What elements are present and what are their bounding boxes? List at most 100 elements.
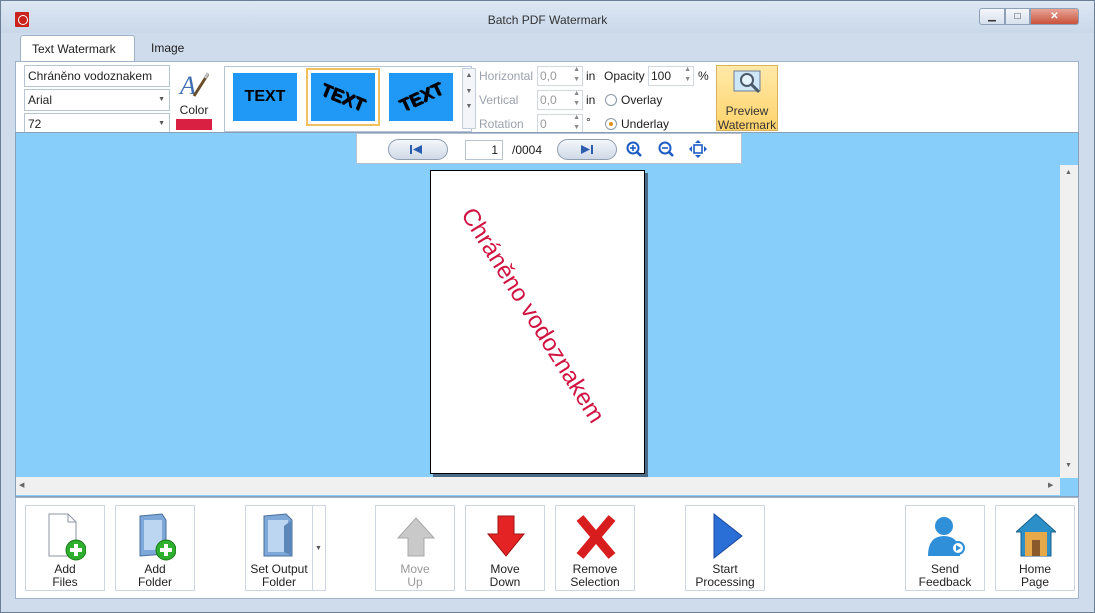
spinner-icon[interactable]: ▲ ▼ [684,65,691,85]
color-swatch [176,119,212,130]
move-up-label-line2: Up [407,575,423,589]
home-label-line1: Home [1018,562,1051,576]
zoom-out-icon[interactable] [657,140,675,158]
style-diagonal-up[interactable]: TEXT [389,73,453,121]
horizontal-scrollbar[interactable]: ◀ ▶ [16,477,1060,495]
move-up-button[interactable]: Move Up [375,505,455,591]
add-folder-button[interactable]: Add Folder [115,505,195,591]
arrow-up-icon [396,517,436,557]
add-folder-label-line2: Folder [137,575,172,589]
style-label: TEXT [317,79,369,115]
rotation-input[interactable]: 0 ▲ ▼ [537,114,583,134]
add-files-label-line1: Add [54,562,76,576]
remove-label-line2: Selection [570,575,620,589]
font-size-value: 72 [28,117,42,131]
start-processing-button[interactable]: Start Processing [685,505,765,591]
user-feedback-icon [928,517,965,556]
preview-label-line2: Watermark [717,118,777,132]
home-page-button[interactable]: Home Page [995,505,1075,591]
overlay-radio[interactable] [605,94,617,106]
underlay-radio[interactable] [605,118,617,130]
arrow-down-icon [486,515,526,557]
close-button[interactable]: ✕ [1030,8,1079,25]
tab-text-watermark[interactable]: Text Watermark [20,35,135,62]
magnifier-preview-icon [733,70,761,94]
scroll-right-icon[interactable]: ▶ [1048,481,1053,489]
scroll-down-icon[interactable]: ▼ [1065,462,1072,469]
add-files-label-line2: Files [52,575,78,589]
start-label-line2: Processing [695,575,755,589]
font-select[interactable]: Arial ▼ [24,89,170,111]
first-page-icon [410,145,422,154]
move-down-label-line2: Down [489,575,521,589]
horizontal-input[interactable]: 0,0 ▲ ▼ [537,66,583,86]
zoom-in-icon[interactable] [625,140,643,158]
fit-page-icon[interactable] [689,140,707,158]
play-icon [713,512,743,560]
maximize-button[interactable]: □ [1005,8,1030,25]
spinner-icon[interactable]: ▲ ▼ [573,65,580,85]
style-label: TEXT [395,78,447,116]
style-gallery-scroll[interactable]: ▲ ▼ ▼ [462,68,476,129]
title-bar: Batch PDF Watermark ▁ □ ✕ [1,1,1094,33]
move-down-label-line1: Move [490,562,520,576]
tab-image-watermark[interactable]: Image Watermark [140,35,250,82]
remove-selection-button[interactable]: Remove Selection [555,505,635,591]
home-label-line2: Page [1020,575,1050,589]
watermark-text-input[interactable]: Chráněno vodoznakem [24,65,170,87]
rotation-label: Rotation [479,117,524,131]
vertical-scrollbar[interactable]: ▲ ▼ [1060,165,1078,478]
delete-x-icon [576,515,616,559]
font-color-icon: A [178,71,210,100]
style-plain[interactable]: TEXT [233,73,297,121]
chevron-down-icon: ▼ [158,96,165,103]
opacity-input[interactable]: 100 ▲ ▼ [648,66,694,86]
output-folder-icon [263,513,293,557]
window-title: Batch PDF Watermark [487,13,608,27]
style-gallery: TEXT TEXT TEXT [224,66,472,132]
expand-gallery-icon[interactable]: ▼ [463,103,475,110]
style-label: TEXT [244,88,286,105]
scroll-left-icon[interactable]: ◀ [19,481,24,489]
ribbon-panel: Chráněno vodoznakem Arial ▼ 72 ▼ A Color T… [15,61,1079,135]
page-navigation-bar: 1 /0004 [356,133,742,164]
pdf-page-preview: Chráněno vodoznakem [430,170,645,474]
svg-text:A: A [178,71,196,100]
output-options-dropdown[interactable]: ▼ [312,505,326,591]
preview-watermark-button[interactable]: Preview Watermark [716,65,778,132]
add-folder-icon [139,513,176,561]
color-button[interactable]: A Color [174,68,214,130]
app-window: Batch PDF Watermark ▁ □ ✕ Text Watermark… [0,0,1095,613]
vertical-label: Vertical [479,93,519,107]
set-output-label-line1: Set Output [250,562,308,576]
minimize-button[interactable]: ▁ [979,8,1005,25]
scroll-up-icon[interactable]: ▲ [1065,169,1072,176]
move-down-button[interactable]: Move Down [465,505,545,591]
page-total: /0004 [512,143,543,157]
scroll-down-icon[interactable]: ▼ [463,88,475,95]
remove-label-line1: Remove [572,562,618,576]
vertical-input[interactable]: 0,0 ▲ ▼ [537,90,583,110]
watermark-text-value: Chráněno vodoznakem [28,69,153,83]
first-page-button[interactable] [388,139,448,160]
style-diagonal-down[interactable]: TEXT [306,68,380,126]
opacity-value: 100 [651,69,672,83]
set-output-folder-button[interactable]: Set Output Folder [245,505,313,591]
vertical-value: 0,0 [540,93,557,107]
preview-label-line1: Preview [725,104,769,118]
last-page-button[interactable] [557,139,617,160]
chevron-down-icon: ▼ [158,120,165,127]
scroll-up-icon[interactable]: ▲ [463,72,475,79]
spinner-icon[interactable]: ▲ ▼ [573,89,580,109]
feedback-label-line2: Feedback [918,575,972,589]
add-file-icon [48,513,86,561]
spinner-icon[interactable]: ▲ ▼ [573,113,580,133]
bottom-toolbar: AddFiles AddFolder Set OutputFolder ▼ [15,497,1079,599]
page-number-input[interactable]: 1 [465,140,503,160]
send-feedback-button[interactable]: Send Feedback [905,505,985,591]
opacity-unit: % [698,69,709,83]
add-files-button[interactable]: Add Files [25,505,105,591]
add-folder-label-line1: Add [144,562,166,576]
vertical-unit: in [586,93,596,107]
font-value: Arial [28,93,53,107]
